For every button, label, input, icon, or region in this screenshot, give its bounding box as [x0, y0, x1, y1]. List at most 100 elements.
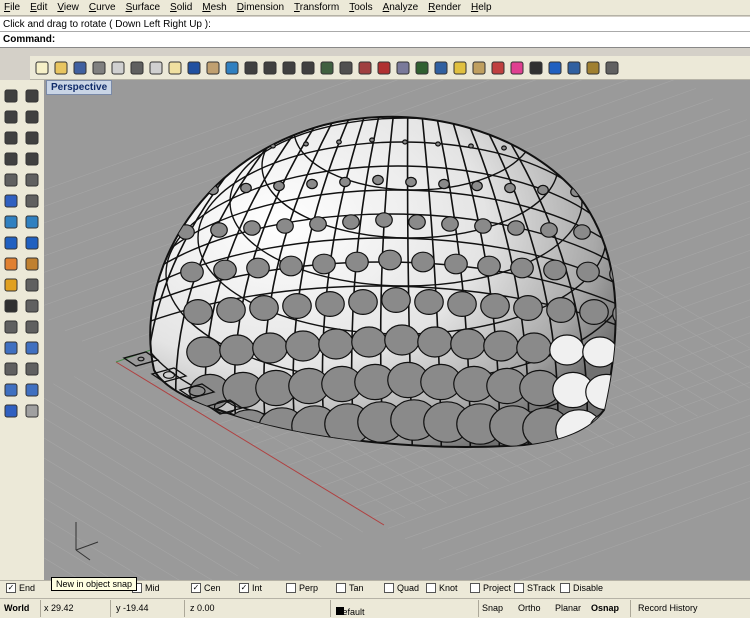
- osnap-disable[interactable]: Disable: [560, 583, 603, 593]
- osnap-tan[interactable]: Tan: [336, 583, 364, 593]
- osnap-checkbox[interactable]: ✓: [239, 583, 249, 593]
- copy-icon[interactable]: [148, 60, 164, 76]
- paste-icon[interactable]: [167, 60, 183, 76]
- bulb-icon[interactable]: [452, 60, 468, 76]
- array-icon[interactable]: [3, 298, 19, 314]
- osnap-checkbox[interactable]: [286, 583, 296, 593]
- osnap-checkbox[interactable]: [384, 583, 394, 593]
- extrude-icon[interactable]: [24, 214, 40, 230]
- zoom-extents-icon[interactable]: [281, 60, 297, 76]
- osnap-strack[interactable]: STrack: [514, 583, 555, 593]
- curve-icon[interactable]: [3, 193, 19, 209]
- transform-icon[interactable]: [3, 277, 19, 293]
- rotate-icon[interactable]: [319, 60, 335, 76]
- render-icon[interactable]: [433, 60, 449, 76]
- split-icon[interactable]: [24, 319, 40, 335]
- osnap-checkbox[interactable]: [426, 583, 436, 593]
- four-views-icon[interactable]: [338, 60, 354, 76]
- menu-curve[interactable]: Curve: [89, 2, 116, 13]
- menu-analyze[interactable]: Analyze: [383, 2, 419, 13]
- osnap-quad[interactable]: Quad: [384, 583, 419, 593]
- pan-hand-icon[interactable]: [205, 60, 221, 76]
- point-icon[interactable]: [24, 88, 40, 104]
- select-icon[interactable]: [3, 88, 19, 104]
- analyze-icon[interactable]: [24, 382, 40, 398]
- move-icon[interactable]: [24, 277, 40, 293]
- print-icon[interactable]: [91, 60, 107, 76]
- zoom-selected-icon[interactable]: [300, 60, 316, 76]
- menu-mesh[interactable]: Mesh: [202, 2, 226, 13]
- perspective-viewport[interactable]: Perspective: [44, 80, 750, 580]
- fillet-icon[interactable]: [24, 172, 40, 188]
- mirror-icon[interactable]: [24, 298, 40, 314]
- mesh-icon[interactable]: [3, 256, 19, 272]
- dimension-icon[interactable]: [24, 361, 40, 377]
- help-icon[interactable]: [566, 60, 582, 76]
- menu-tools[interactable]: Tools: [349, 2, 372, 13]
- osnap-checkbox[interactable]: ✓: [191, 583, 201, 593]
- menu-file[interactable]: File: [4, 2, 20, 13]
- new-file-icon[interactable]: [34, 60, 50, 76]
- arc-icon[interactable]: [24, 130, 40, 146]
- surface-icon[interactable]: [3, 214, 19, 230]
- osnap-toggle[interactable]: Osnap: [591, 603, 619, 613]
- sphere-icon[interactable]: [528, 60, 544, 76]
- cplane-label[interactable]: World: [4, 603, 29, 613]
- text-icon[interactable]: [3, 382, 19, 398]
- menu-solid[interactable]: Solid: [170, 2, 192, 13]
- object-snap-icon[interactable]: [414, 60, 430, 76]
- osnap-checkbox[interactable]: [560, 583, 570, 593]
- menu-dimension[interactable]: Dimension: [237, 2, 284, 13]
- import-icon[interactable]: [110, 60, 126, 76]
- planar-toggle[interactable]: Planar: [555, 603, 581, 613]
- properties-icon[interactable]: [395, 60, 411, 76]
- block-icon[interactable]: [24, 403, 40, 419]
- undo-icon[interactable]: [186, 60, 202, 76]
- osnap-perp[interactable]: Perp: [286, 583, 318, 593]
- osnap-checkbox[interactable]: ✓: [6, 583, 16, 593]
- circle-icon[interactable]: [3, 130, 19, 146]
- cplane-icon[interactable]: [357, 60, 373, 76]
- viewport-canvas[interactable]: [44, 80, 750, 580]
- osnap-cen[interactable]: ✓ Cen: [191, 583, 221, 593]
- command-input[interactable]: [59, 32, 750, 47]
- osnap-checkbox[interactable]: [336, 583, 346, 593]
- sphere-solid-icon[interactable]: [24, 235, 40, 251]
- cut-icon[interactable]: [129, 60, 145, 76]
- snap-toggle[interactable]: Snap: [482, 603, 503, 613]
- group-icon[interactable]: [3, 361, 19, 377]
- polygon-icon[interactable]: [3, 172, 19, 188]
- render-preview-icon[interactable]: [490, 60, 506, 76]
- osnap-project[interactable]: Project: [470, 583, 511, 593]
- polyline-icon[interactable]: [3, 109, 19, 125]
- record-history-toggle[interactable]: Record History: [638, 603, 698, 613]
- menu-transform[interactable]: Transform: [294, 2, 339, 13]
- menu-help[interactable]: Help: [471, 2, 492, 13]
- lock-icon[interactable]: [471, 60, 487, 76]
- egg-pavilion-model[interactable]: [44, 80, 750, 580]
- menu-view[interactable]: View: [57, 2, 79, 13]
- boolean-icon[interactable]: [24, 256, 40, 272]
- join-icon[interactable]: [3, 340, 19, 356]
- ellipse-icon[interactable]: [3, 151, 19, 167]
- zoom-icon[interactable]: [243, 60, 259, 76]
- osnap-end[interactable]: ✓ End: [6, 583, 35, 593]
- explode-icon[interactable]: [24, 340, 40, 356]
- osnap-knot[interactable]: Knot: [426, 583, 458, 593]
- offset-icon[interactable]: [24, 193, 40, 209]
- open-folder-icon[interactable]: [53, 60, 69, 76]
- menu-surface[interactable]: Surface: [126, 2, 160, 13]
- hide-icon[interactable]: [585, 60, 601, 76]
- layer-icon[interactable]: [376, 60, 392, 76]
- osnap-int[interactable]: ✓ Int: [239, 583, 262, 593]
- save-icon[interactable]: [72, 60, 88, 76]
- menu-edit[interactable]: Edit: [30, 2, 47, 13]
- color-wheel-icon[interactable]: [509, 60, 525, 76]
- trim-icon[interactable]: [3, 319, 19, 335]
- osnap-checkbox[interactable]: [514, 583, 524, 593]
- ortho-toggle[interactable]: Ortho: [518, 603, 541, 613]
- rotate-view-icon[interactable]: [224, 60, 240, 76]
- render-object-icon[interactable]: [3, 403, 19, 419]
- viewport-title-tab[interactable]: Perspective: [46, 80, 113, 95]
- rectangle-icon[interactable]: [24, 151, 40, 167]
